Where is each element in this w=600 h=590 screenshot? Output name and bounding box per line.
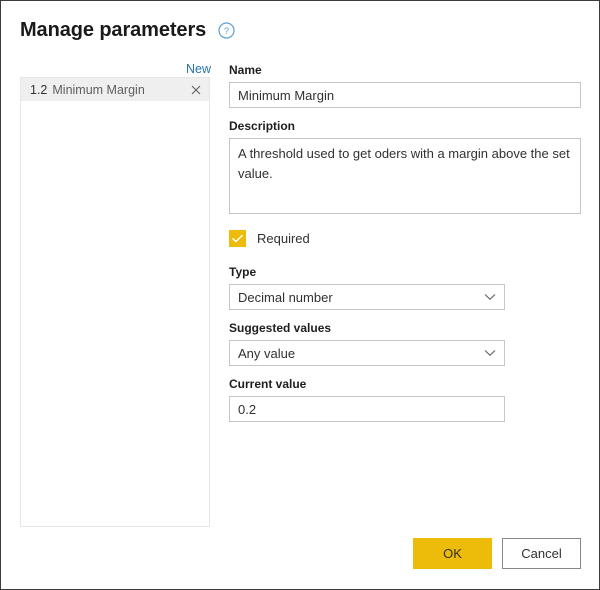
help-circle-icon[interactable]: ? — [218, 21, 235, 39]
required-label: Required — [257, 231, 310, 246]
page-title: Manage parameters — [20, 19, 207, 41]
name-field-label: Name — [229, 63, 262, 77]
description-textarea[interactable]: A threshold used to get oders with a mar… — [229, 138, 581, 214]
manage-parameters-dialog: Manage parameters ? New 1.2 Minimum Marg… — [0, 0, 600, 590]
parameter-form: Name Description A threshold used to get… — [229, 63, 581, 422]
dialog-footer: OK Cancel — [413, 538, 581, 569]
type-dropdown[interactable]: Decimal number — [229, 284, 505, 310]
checkmark-icon — [232, 234, 243, 243]
description-field-label: Description — [229, 119, 296, 133]
cancel-button[interactable]: Cancel — [502, 538, 581, 569]
list-item[interactable]: 1.2 Minimum Margin — [21, 78, 209, 101]
parameter-type-marker: 1.2 — [30, 82, 48, 97]
new-parameter-link[interactable]: New — [186, 62, 211, 76]
chevron-down-icon — [484, 293, 496, 301]
svg-text:?: ? — [224, 26, 229, 37]
dialog-header: Manage parameters ? — [20, 18, 235, 42]
type-selected-value: Decimal number — [238, 289, 333, 305]
suggested-values-field-label: Suggested values — [229, 321, 332, 335]
parameter-name-label: Minimum Margin — [52, 82, 145, 97]
parameters-list-panel: 1.2 Minimum Margin — [20, 77, 210, 527]
required-checkbox[interactable] — [229, 230, 246, 247]
close-x-icon[interactable] — [189, 83, 203, 97]
required-checkbox-row[interactable]: Required — [229, 230, 310, 247]
suggested-values-dropdown[interactable]: Any value — [229, 340, 505, 366]
chevron-down-icon — [484, 349, 496, 357]
current-value-field-label: Current value — [229, 377, 307, 391]
suggested-values-selected-value: Any value — [238, 345, 296, 361]
ok-button[interactable]: OK — [413, 538, 492, 569]
name-input[interactable] — [229, 82, 581, 108]
current-value-input[interactable] — [229, 396, 505, 422]
type-field-label: Type — [229, 265, 257, 279]
